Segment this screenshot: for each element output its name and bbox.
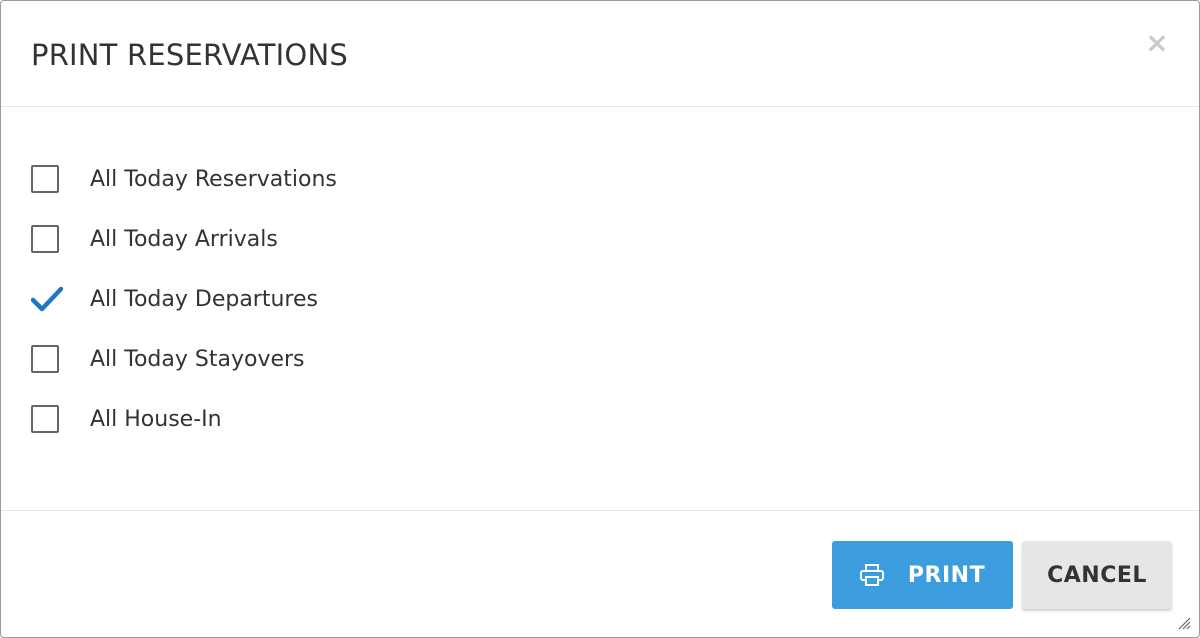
option-label: All Today Departures xyxy=(90,286,318,312)
checkbox-icon[interactable] xyxy=(31,225,59,253)
checkmark-icon[interactable] xyxy=(31,285,63,313)
dialog-footer: PRINT CANCEL xyxy=(1,510,1199,637)
checkbox-icon[interactable] xyxy=(31,345,59,373)
print-button[interactable]: PRINT xyxy=(832,541,1013,609)
dialog-title: PRINT RESERVATIONS xyxy=(31,38,348,72)
option-label: All Today Reservations xyxy=(90,166,337,192)
option-all-today-arrivals[interactable]: All Today Arrivals xyxy=(31,222,278,256)
dialog-header: PRINT RESERVATIONS × xyxy=(1,1,1199,107)
printer-icon xyxy=(859,564,884,586)
option-all-today-departures[interactable]: All Today Departures xyxy=(31,282,318,316)
dialog-body: All Today Reservations All Today Arrival… xyxy=(1,107,1199,510)
option-label: All Today Stayovers xyxy=(90,346,305,372)
resize-grip-icon[interactable] xyxy=(1177,615,1191,630)
option-label: All Today Arrivals xyxy=(90,226,278,252)
option-all-today-reservations[interactable]: All Today Reservations xyxy=(31,162,337,196)
close-icon[interactable]: × xyxy=(1145,29,1169,57)
option-label: All House-In xyxy=(90,406,222,432)
print-reservations-dialog: PRINT RESERVATIONS × All Today Reservati… xyxy=(0,0,1200,638)
checkbox-icon[interactable] xyxy=(31,165,59,193)
print-button-label: PRINT xyxy=(907,562,986,588)
option-all-today-stayovers[interactable]: All Today Stayovers xyxy=(31,342,305,376)
checkbox-icon[interactable] xyxy=(31,405,59,433)
cancel-button-label: CANCEL xyxy=(1047,562,1147,588)
option-all-house-in[interactable]: All House-In xyxy=(31,402,222,436)
cancel-button[interactable]: CANCEL xyxy=(1022,541,1172,609)
